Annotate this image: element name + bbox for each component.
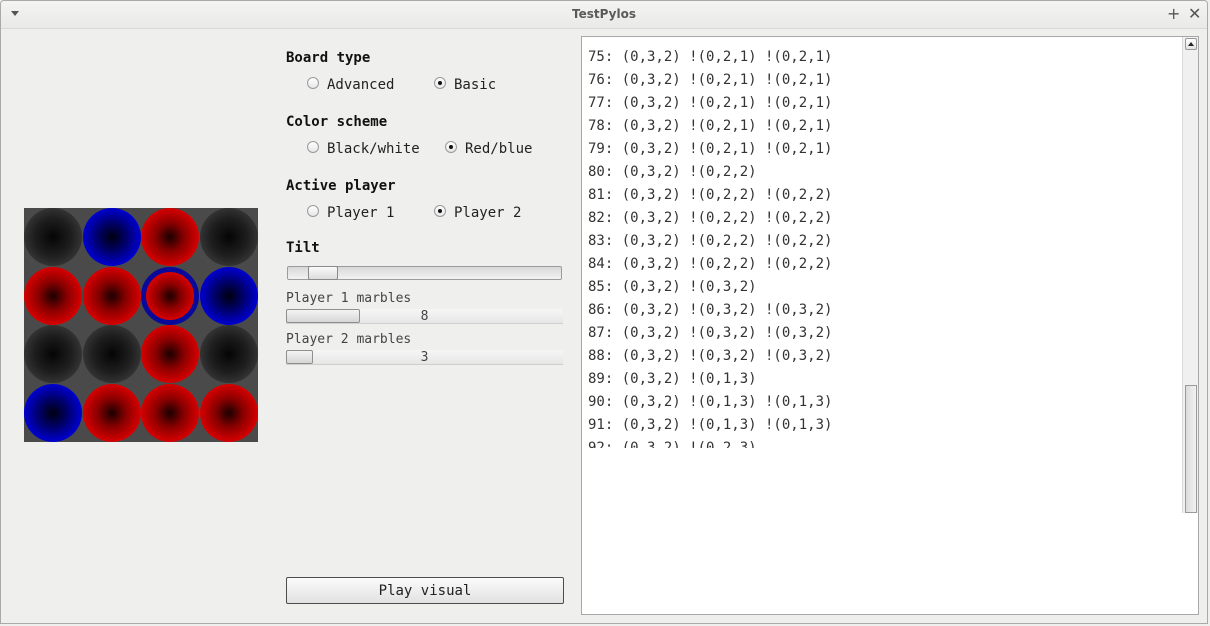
active-player-1-radio[interactable] [307,205,319,217]
board-type-basic-label[interactable]: Basic [454,77,496,93]
tilt-slider[interactable] [287,266,562,280]
log-line: 92: (0,3,2) !(0,2,3) [588,440,757,448]
scrollbar-thumb[interactable] [1185,385,1197,513]
player2-marbles-label: Player 2 marbles [286,332,412,347]
tilt-label: Tilt [286,240,320,256]
color-scheme-label: Color scheme [286,114,388,130]
play-visual-button[interactable]: Play visual [286,577,564,604]
board-type-advanced-radio[interactable] [307,77,319,89]
log-line: 86: (0,3,2) !(0,3,2) !(0,3,2) [588,302,833,318]
color-scheme-bw-label[interactable]: Black/white [327,141,420,157]
marble-blue[interactable] [24,383,82,442]
log-line: 80: (0,3,2) !(0,2,2) [588,164,757,180]
move-log-lines: 75: (0,3,2) !(0,2,1) !(0,2,1) 76: (0,3,2)… [588,46,1178,448]
marble-black[interactable] [24,208,82,266]
log-line: 76: (0,3,2) !(0,2,1) !(0,2,1) [588,72,833,88]
tilt-slider-handle[interactable] [308,266,338,280]
app-window: TestPylos + ✕ Board type Advanced Basic … [0,0,1208,624]
marble-red-selected[interactable] [141,266,199,325]
move-log[interactable]: 75: (0,3,2) !(0,2,1) !(0,2,1) 76: (0,3,2)… [581,36,1199,615]
color-scheme-redblue-radio[interactable] [445,141,457,153]
marble-black[interactable] [199,325,258,383]
log-line: 83: (0,3,2) !(0,2,2) !(0,2,2) [588,233,833,249]
log-line: 85: (0,3,2) !(0,3,2) [588,279,757,295]
marble-red[interactable] [82,266,141,325]
player2-marbles-value: 3 [420,350,429,365]
active-player-label: Active player [286,178,396,194]
log-scrollbar[interactable] [1182,37,1198,513]
log-line: 79: (0,3,2) !(0,2,1) !(0,2,1) [588,141,833,157]
marble-red[interactable] [82,383,141,442]
log-line: 91: (0,3,2) !(0,1,3) !(0,1,3) [588,417,833,433]
log-line: 87: (0,3,2) !(0,3,2) !(0,3,2) [588,325,833,341]
log-line: 81: (0,3,2) !(0,2,2) !(0,2,2) [588,187,833,203]
marble-blue[interactable] [82,208,141,266]
maximize-icon[interactable]: + [1167,4,1180,24]
active-player-1-label[interactable]: Player 1 [327,205,394,221]
log-line: 78: (0,3,2) !(0,2,1) !(0,2,1) [588,118,833,134]
player1-marbles-label: Player 1 marbles [286,291,412,306]
title-bar: TestPylos + ✕ [1,1,1207,29]
marble-black[interactable] [199,208,258,266]
board-type-advanced-label[interactable]: Advanced [327,77,394,93]
marble-blue[interactable] [199,266,258,325]
log-line: 90: (0,3,2) !(0,1,3) !(0,1,3) [588,394,833,410]
active-player-2-label[interactable]: Player 2 [454,205,521,221]
log-line: 75: (0,3,2) !(0,2,1) !(0,2,1) [588,49,833,65]
color-scheme-bw-radio[interactable] [307,141,319,153]
marble-black[interactable] [24,325,82,383]
window-title: TestPylos [572,7,636,21]
board-type-label: Board type [286,50,371,66]
player2-marbles-bar: 3 [286,350,563,365]
marble-red[interactable] [141,325,199,383]
marble-red[interactable] [199,383,258,442]
marble-black[interactable] [82,325,141,383]
log-line: 89: (0,3,2) !(0,1,3) [588,371,757,387]
log-line: 88: (0,3,2) !(0,3,2) !(0,3,2) [588,348,833,364]
log-line: 82: (0,3,2) !(0,2,2) !(0,2,2) [588,210,833,226]
game-board[interactable] [24,208,258,442]
marble-red[interactable] [141,208,199,266]
player1-marbles-value: 8 [420,309,429,324]
active-player-2-radio[interactable] [434,205,446,217]
close-icon[interactable]: ✕ [1188,4,1201,24]
log-line: 84: (0,3,2) !(0,2,2) !(0,2,2) [588,256,833,272]
marble-red[interactable] [141,383,199,442]
board-type-basic-radio[interactable] [434,77,446,89]
marble-red[interactable] [24,266,82,325]
player1-marbles-bar: 8 [286,309,563,324]
color-scheme-redblue-label[interactable]: Red/blue [465,141,532,157]
log-line: 77: (0,3,2) !(0,2,1) !(0,2,1) [588,95,833,111]
scroll-up-icon[interactable] [1185,38,1197,50]
